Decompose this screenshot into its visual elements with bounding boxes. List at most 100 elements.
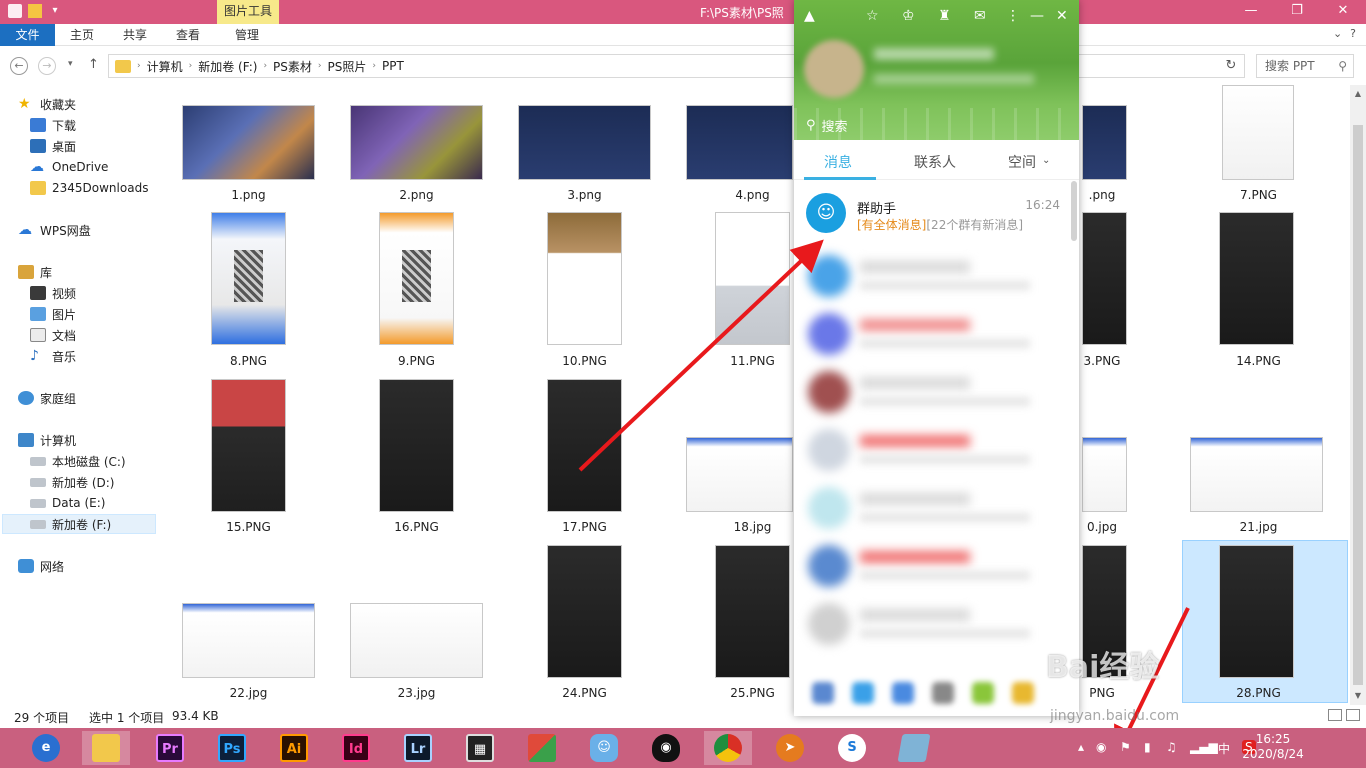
maximize-icon[interactable]: ❐: [1274, 0, 1320, 24]
taskbar-video[interactable]: ▦: [456, 731, 504, 765]
minimize-icon[interactable]: —: [1228, 0, 1274, 24]
qq-tray-icon[interactable]: ◉: [1096, 740, 1106, 754]
shirt-icon[interactable]: ♔: [902, 8, 915, 24]
avatar[interactable]: [804, 40, 864, 98]
file-name[interactable]: 15.PNG: [182, 520, 315, 534]
file-name[interactable]: 9.PNG: [350, 354, 483, 368]
thumbnail[interactable]: [350, 105, 483, 180]
file-name[interactable]: 28.PNG: [1192, 686, 1325, 700]
conversation-group-assistant[interactable]: ☺ 群助手 16:24 [有全体消息][22个群有新消息]: [794, 181, 1074, 243]
list-item[interactable]: [802, 363, 1067, 419]
file-name[interactable]: 16.PNG: [350, 520, 483, 534]
taskbar-lightroom[interactable]: Lr: [394, 731, 442, 765]
vertical-scrollbar[interactable]: ▲ ▼: [1350, 85, 1366, 705]
thumbnail[interactable]: [379, 379, 454, 512]
taskbar-premiere[interactable]: Pr: [146, 731, 194, 765]
nav-onedrive[interactable]: ☁ OneDrive: [30, 157, 108, 177]
app-icon[interactable]: [812, 682, 834, 704]
file-name[interactable]: 1.png: [182, 188, 315, 202]
new-folder-icon[interactable]: [28, 4, 42, 18]
thumbnail[interactable]: [211, 379, 286, 512]
thumbnail[interactable]: [1219, 212, 1294, 345]
thumbnail[interactable]: [518, 105, 651, 180]
list-item[interactable]: [802, 305, 1067, 361]
thumbnail[interactable]: [1082, 437, 1127, 512]
nav-drive-c[interactable]: 本地磁盘 (C:): [30, 451, 126, 471]
star-icon[interactable]: ☆: [866, 8, 879, 24]
chevron-down-icon[interactable]: ⌄: [1042, 155, 1050, 166]
back-icon[interactable]: ←: [10, 57, 28, 75]
chevron-right-icon[interactable]: ›: [372, 61, 376, 71]
thumbnail[interactable]: [379, 212, 454, 345]
mail-icon[interactable]: ✉: [974, 8, 986, 24]
file-name[interactable]: .png: [1082, 188, 1122, 202]
show-hidden-icons-icon[interactable]: ▴: [1078, 740, 1084, 754]
file-name[interactable]: 24.PNG: [518, 686, 651, 700]
ime-indicator[interactable]: 中: [1218, 740, 1230, 757]
nav-2345downloads[interactable]: 2345Downloads: [30, 178, 148, 198]
thumbnail[interactable]: [547, 379, 622, 512]
nav-wps[interactable]: ☁ WPS网盘: [18, 220, 91, 240]
tab-file[interactable]: 文件: [0, 24, 55, 46]
thumbnail[interactable]: [715, 212, 790, 345]
scroll-down-icon[interactable]: ▼: [1350, 689, 1366, 703]
nav-drive-d[interactable]: 新加卷 (D:): [30, 472, 114, 492]
file-name[interactable]: 14.PNG: [1192, 354, 1325, 368]
thumbnail[interactable]: [547, 545, 622, 678]
qq-search-input[interactable]: ⚲ 搜索: [806, 116, 848, 135]
bag-icon[interactable]: ♜: [938, 8, 951, 24]
tab-share[interactable]: 共享: [115, 24, 155, 46]
help-icon[interactable]: ?: [1350, 27, 1356, 40]
taskbar-foxmail[interactable]: ➤: [766, 731, 814, 765]
nav-drive-e[interactable]: Data (E:): [30, 493, 105, 513]
crumb-drive-f[interactable]: 新加卷 (F:): [198, 58, 257, 75]
chevron-right-icon[interactable]: ›: [137, 61, 141, 71]
file-name[interactable]: 7.PNG: [1192, 188, 1325, 202]
tab-manage[interactable]: 管理: [227, 24, 267, 46]
taskbar-assistant[interactable]: ☺: [580, 731, 628, 765]
taskbar-tablet[interactable]: [890, 731, 938, 765]
taskbar-chrome[interactable]: [704, 731, 752, 765]
details-view-icon[interactable]: [1328, 709, 1342, 721]
nav-computer[interactable]: 计算机: [18, 430, 76, 450]
file-name[interactable]: 22.jpg: [182, 686, 315, 700]
app-icon[interactable]: [972, 682, 994, 704]
file-name[interactable]: 17.PNG: [518, 520, 651, 534]
nav-library[interactable]: 库: [18, 262, 52, 282]
thumbnail[interactable]: [182, 105, 315, 180]
bell-icon[interactable]: ▲: [804, 8, 815, 24]
crumb-ppt[interactable]: PPT: [382, 59, 404, 73]
more-icon[interactable]: ⋮: [1006, 8, 1020, 24]
file-name[interactable]: PNG: [1082, 686, 1122, 700]
file-name[interactable]: 0.jpg: [1082, 520, 1122, 534]
thumbnail[interactable]: [211, 212, 286, 345]
tab-view[interactable]: 查看: [168, 24, 208, 46]
picture-tools-tab[interactable]: 图片工具: [217, 0, 279, 24]
nav-videos[interactable]: 视频: [30, 283, 76, 303]
app-icon[interactable]: [1012, 682, 1034, 704]
thumbnail[interactable]: [350, 603, 483, 678]
flag-icon[interactable]: ⚑: [1120, 740, 1131, 754]
file-name[interactable]: 3.png: [518, 188, 651, 202]
nav-favorites[interactable]: ★ 收藏夹: [18, 94, 76, 114]
thumbnail[interactable]: [686, 105, 793, 180]
taskbar-indesign[interactable]: Id: [332, 731, 380, 765]
thumbnail[interactable]: [1082, 212, 1127, 345]
up-icon[interactable]: ↑: [88, 57, 99, 72]
thumbnail[interactable]: [1082, 105, 1127, 180]
thumbnail[interactable]: [182, 603, 315, 678]
app-icon[interactable]: [852, 682, 874, 704]
network-signal-icon[interactable]: ▂▄▆: [1190, 740, 1218, 754]
file-name[interactable]: 2.png: [350, 188, 483, 202]
nav-downloads[interactable]: 下载: [30, 115, 76, 135]
thumbnail[interactable]: [1219, 545, 1294, 678]
battery-icon[interactable]: ▮: [1144, 740, 1151, 754]
list-item[interactable]: [802, 537, 1067, 593]
taskbar-winrar[interactable]: [518, 731, 566, 765]
tab-home[interactable]: 主页: [62, 24, 102, 46]
nav-network[interactable]: 网络: [18, 556, 64, 576]
file-name[interactable]: 10.PNG: [518, 354, 651, 368]
nav-documents[interactable]: 文档: [30, 325, 76, 345]
tab-qzone[interactable]: 空间: [1008, 152, 1036, 172]
large-icons-view-icon[interactable]: [1346, 709, 1360, 721]
